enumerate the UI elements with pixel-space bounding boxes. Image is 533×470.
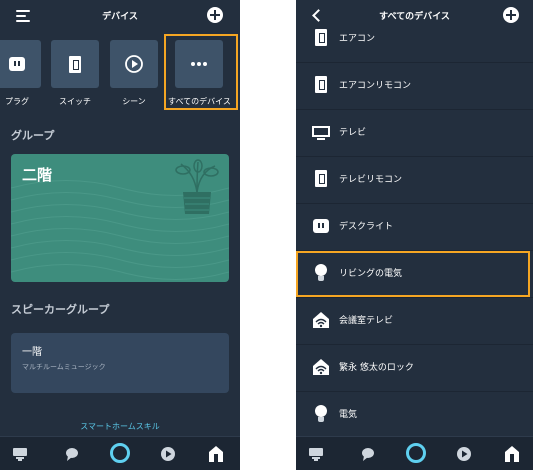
device-name: テレビリモコン (339, 175, 403, 185)
tv-icon (312, 123, 330, 141)
nav-play[interactable] (148, 437, 188, 470)
device-row[interactable]: 会議室テレビ (296, 298, 533, 345)
device-row[interactable]: 電気 (296, 392, 533, 439)
device-row[interactable]: テレビリモコン (296, 157, 533, 204)
home-icon (309, 448, 323, 461)
groups-section-title: グループ (11, 129, 55, 142)
switch-icon (312, 170, 330, 188)
device-name: 電気 (339, 410, 358, 420)
chat-icon (362, 448, 374, 461)
category-switch[interactable] (51, 40, 99, 88)
speaker-group-card[interactable]: 一階 マルチルームミュージック (11, 333, 229, 393)
page-title: デバイス (102, 12, 138, 22)
home-icon (13, 448, 27, 461)
all-devices-screen: すべてのデバイス エアコン エアコンリモコン テレビ テレビリモコン デスクライ… (296, 0, 533, 470)
switch-icon (69, 56, 81, 73)
device-name: テレビ (339, 128, 367, 138)
nav-home[interactable] (296, 437, 336, 470)
category-label: スイッチ (59, 97, 91, 106)
wifi-home-icon (312, 311, 330, 329)
highlight-frame (164, 34, 238, 110)
speaker-group-name: 一階 (22, 347, 42, 358)
bottom-nav (296, 436, 533, 470)
device-row[interactable]: エアコンリモコン (296, 63, 533, 110)
plant-pot-icon (175, 159, 219, 214)
nav-communicate[interactable] (52, 437, 92, 470)
highlight-frame (296, 251, 530, 297)
device-row[interactable]: エアコン (296, 16, 533, 63)
category-plug[interactable] (0, 40, 41, 88)
header: デバイス (0, 0, 240, 32)
category-label: プラグ (5, 97, 29, 106)
alexa-icon (110, 443, 130, 463)
play-icon (161, 447, 175, 461)
switch-icon (312, 29, 330, 47)
plug-icon (312, 217, 330, 235)
device-row[interactable]: デスクライト (296, 204, 533, 251)
device-name: 会議室テレビ (339, 316, 394, 326)
nav-alexa[interactable] (396, 437, 436, 470)
group-name: 二階 (22, 166, 53, 184)
bottom-nav (0, 436, 240, 470)
group-card[interactable]: 二階 (11, 154, 229, 282)
nav-home[interactable] (0, 437, 40, 470)
alexa-icon (406, 443, 426, 463)
device-row[interactable]: 繁永 悠太のロック (296, 345, 533, 392)
device-row[interactable]: テレビ (296, 110, 533, 157)
device-name: デスクライト (339, 222, 394, 232)
device-name: エアコン (339, 34, 376, 44)
speaker-groups-section-title: スピーカーグループ (11, 303, 110, 316)
plug-icon (9, 57, 25, 71)
device-name: 繁永 悠太のロック (339, 363, 414, 373)
nav-devices[interactable] (196, 437, 236, 470)
category-label: シーン (122, 97, 146, 106)
nav-alexa[interactable] (100, 437, 140, 470)
devices-icon (209, 446, 223, 462)
chat-icon (66, 448, 78, 461)
switch-icon (312, 76, 330, 94)
add-device-icon[interactable] (207, 7, 223, 23)
devices-icon (505, 446, 519, 462)
devices-screen: デバイス プラグ スイッチ シーン すべてのデバイス グループ 二階 スピーカー… (0, 0, 240, 470)
scene-play-icon (125, 55, 143, 73)
bulb-icon (312, 405, 330, 423)
nav-devices[interactable] (492, 437, 532, 470)
nav-play[interactable] (444, 437, 484, 470)
nav-communicate[interactable] (348, 437, 388, 470)
speaker-group-subtitle: マルチルームミュージック (22, 363, 106, 371)
device-name: エアコンリモコン (339, 81, 412, 91)
category-scene[interactable] (110, 40, 158, 88)
smart-home-skill-link[interactable]: スマートホームスキル (0, 421, 240, 432)
play-icon (457, 447, 471, 461)
wifi-home-icon (312, 358, 330, 376)
